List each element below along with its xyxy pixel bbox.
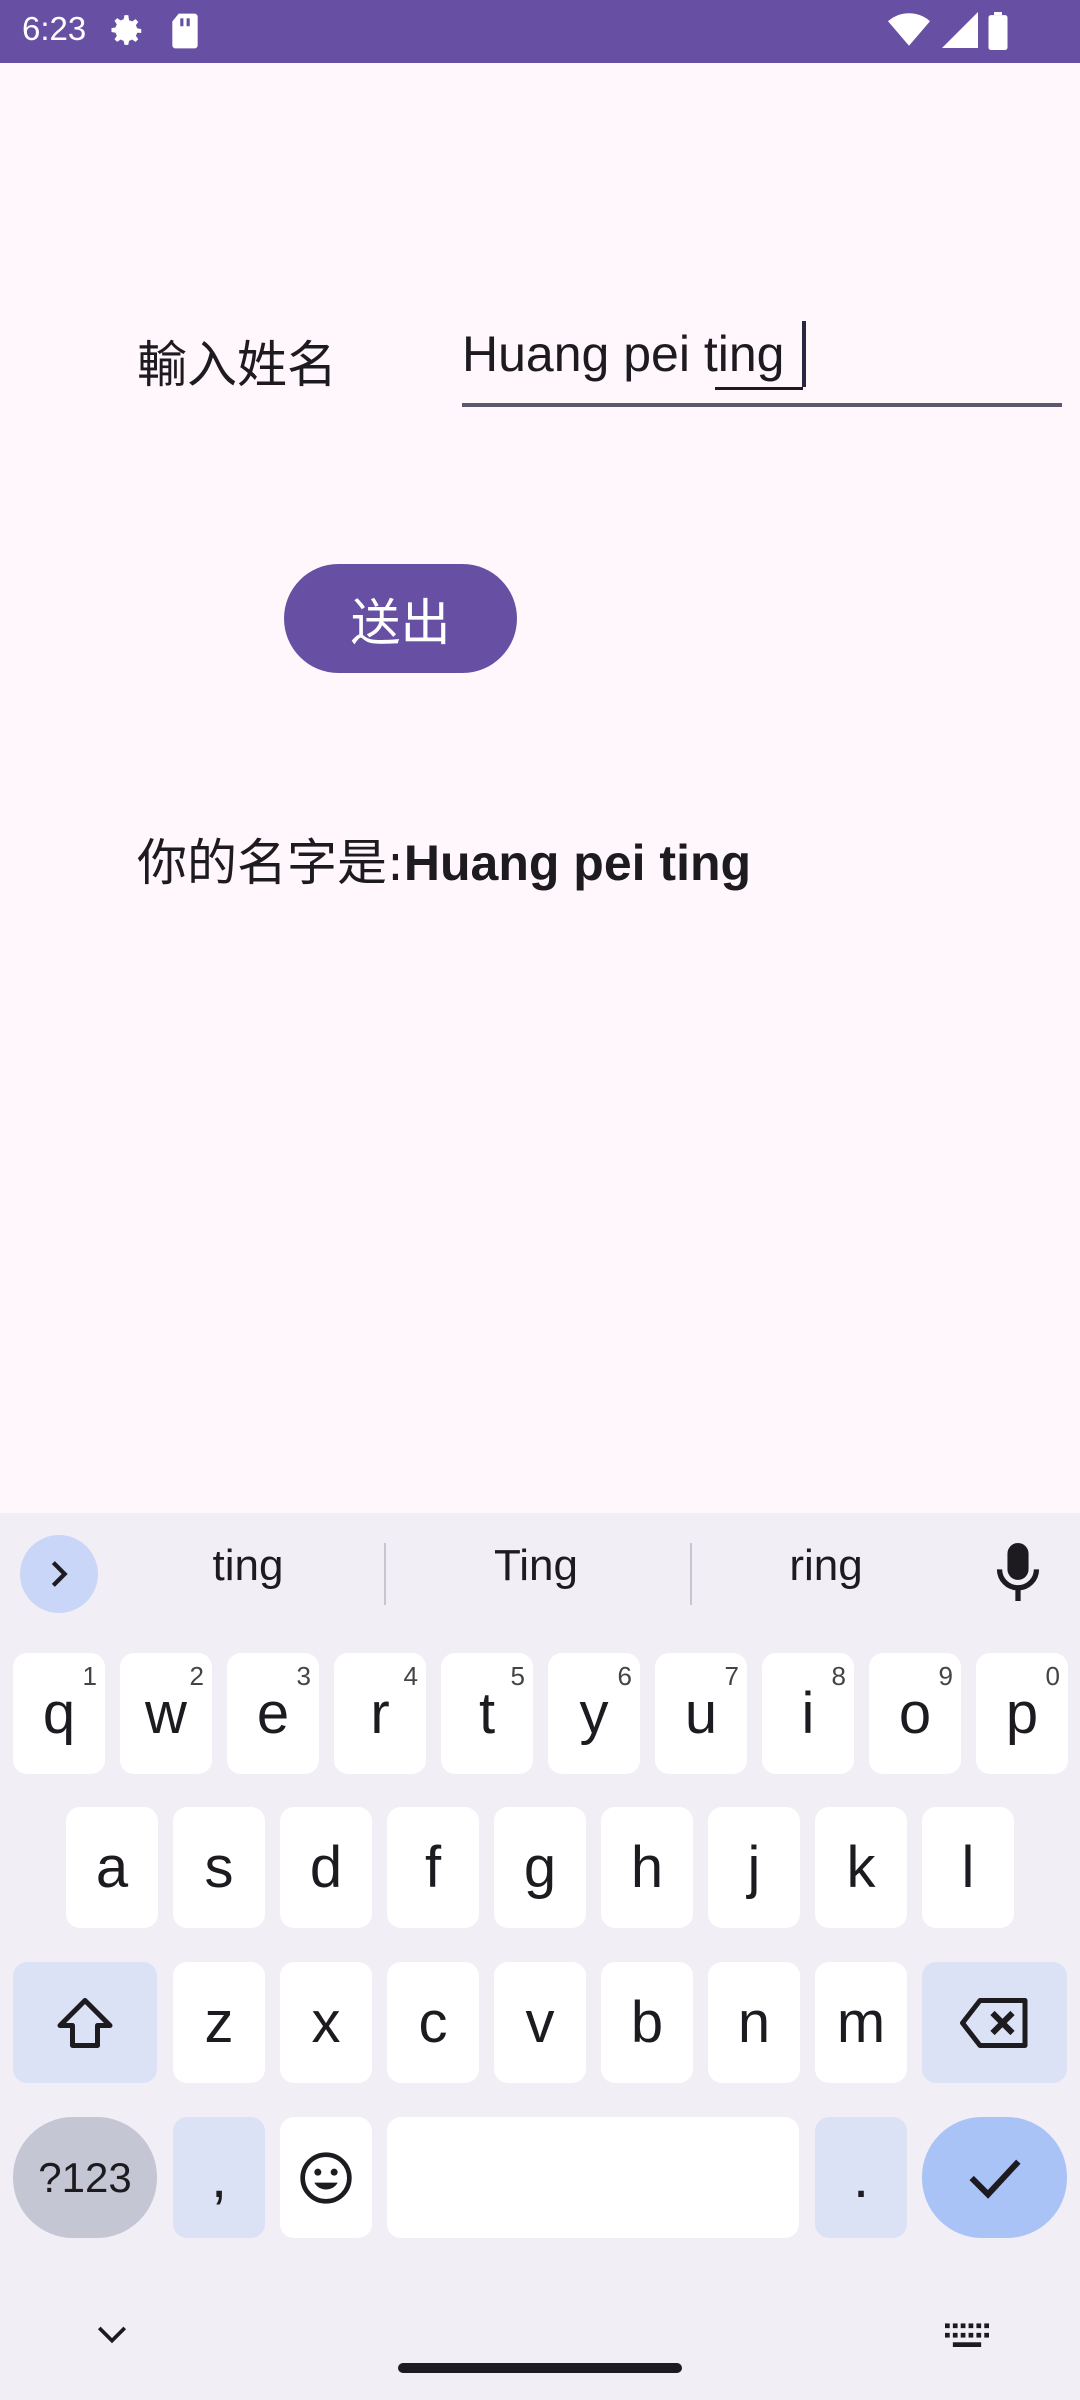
key-label: r [370,1681,390,1746]
key-label: e [256,1681,290,1746]
key-i[interactable]: i8 [762,1653,854,1774]
suggestion-3[interactable]: ring [676,1541,976,1591]
app-content: 輸入姓名 Huang pei ting 送出 你的名字是:Huang pei t… [0,63,1080,1513]
key-hint: 9 [938,1661,953,1691]
key-r[interactable]: r4 [334,1653,426,1774]
symbols-key[interactable]: ?123 [13,2117,157,2238]
home-indicator[interactable] [398,2363,682,2373]
key-e[interactable]: e3 [227,1653,319,1774]
status-time: 6:23 [22,10,87,47]
key-label: t [478,1681,496,1746]
key-m[interactable]: m [815,1962,907,2083]
key-v[interactable]: v [494,1962,586,2083]
period-key[interactable]: . [815,2117,907,2238]
settings-icon [108,12,146,54]
result-prefix: 你的名字是: [137,834,404,892]
sd-card-icon [168,12,202,54]
key-d[interactable]: d [280,1807,372,1928]
key-s[interactable]: s [173,1807,265,1928]
name-input-value[interactable]: Huang pei ting [462,325,784,383]
shift-key[interactable] [13,1962,157,2083]
suggestion-2[interactable]: Ting [386,1541,686,1591]
key-a[interactable]: a [66,1807,158,1928]
key-l[interactable]: l [922,1807,1014,1928]
backspace-icon [959,1997,1027,2048]
key-c[interactable]: c [387,1962,479,2083]
checkmark-icon [969,2159,1021,2199]
text-cursor [802,321,806,387]
submit-button[interactable]: 送出 [284,564,517,673]
key-z[interactable]: z [173,1962,265,2083]
key-g[interactable]: g [494,1807,586,1928]
enter-key[interactable] [922,2117,1067,2238]
key-label: i [801,1681,815,1746]
chevron-right-icon [51,1561,68,1587]
key-f[interactable]: f [387,1807,479,1928]
soft-keyboard: ting Ting ring q1 w2 e3 r4 t5 y6 u7 i8 o… [0,1513,1080,2400]
key-hint: 6 [617,1661,632,1691]
key-hint: 8 [831,1661,846,1691]
space-key[interactable] [387,2117,799,2238]
key-t[interactable]: t5 [441,1653,533,1774]
key-q[interactable]: q1 [13,1653,105,1774]
expand-toolbar-button[interactable] [20,1535,98,1613]
microphone-icon[interactable] [995,1543,1041,1605]
key-w[interactable]: w2 [120,1653,212,1774]
wifi-icon [888,12,930,52]
hide-keyboard-icon[interactable] [95,2323,129,2351]
result-name: Huang pei ting [403,835,752,891]
key-label: y [579,1681,609,1746]
key-y[interactable]: y6 [548,1653,640,1774]
key-b[interactable]: b [601,1962,693,2083]
composing-underline [715,387,803,390]
shift-icon [57,1997,113,2048]
signal-icon [942,12,978,52]
key-p[interactable]: p0 [976,1653,1068,1774]
key-n[interactable]: n [708,1962,800,2083]
key-k[interactable]: k [815,1807,907,1928]
emoji-key[interactable] [280,2117,372,2238]
key-h[interactable]: h [601,1807,693,1928]
key-hint: 3 [296,1661,311,1691]
key-label: o [898,1681,932,1746]
key-hint: 5 [510,1661,525,1691]
key-hint: 2 [189,1661,204,1691]
key-u[interactable]: u7 [655,1653,747,1774]
key-hint: 7 [724,1661,739,1691]
key-x[interactable]: x [280,1962,372,2083]
result-text: 你的名字是:Huang pei ting [137,823,751,895]
battery-icon [988,12,1008,54]
comma-key[interactable]: , [173,2117,265,2238]
backspace-key[interactable] [922,1962,1067,2083]
key-j[interactable]: j [708,1807,800,1928]
name-label: 輸入姓名 [137,336,337,394]
keyboard-switch-icon[interactable] [945,2323,989,2353]
status-bar: 6:23 [0,0,1080,63]
key-label: q [42,1681,76,1746]
suggestion-1[interactable]: ting [98,1541,398,1591]
key-hint: 1 [82,1661,97,1691]
emoji-icon [300,2151,352,2204]
key-label: u [684,1681,718,1746]
key-label: w [145,1681,187,1746]
key-label: p [1005,1681,1039,1746]
key-o[interactable]: o9 [869,1653,961,1774]
key-hint: 4 [403,1661,418,1691]
key-hint: 0 [1045,1661,1060,1691]
